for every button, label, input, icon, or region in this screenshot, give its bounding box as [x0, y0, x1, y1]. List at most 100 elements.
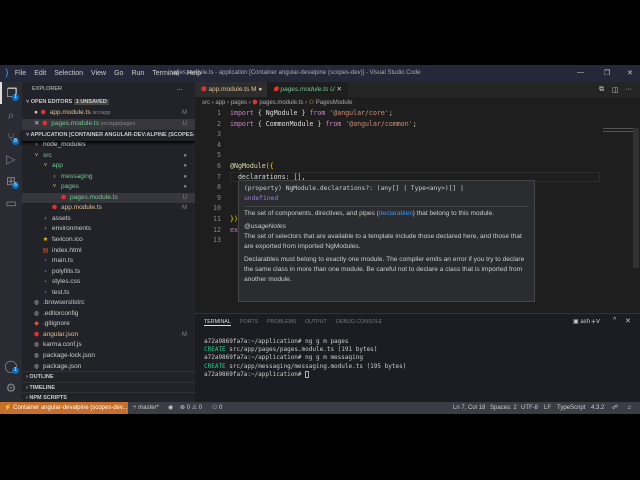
remote-indicator[interactable]: ⚡ Container angular-devalpine (scopes-de… — [0, 402, 128, 414]
menu-selection[interactable]: Selection — [54, 70, 83, 77]
tab-app-module[interactable]: ⬢ app.module.ts M ● — [195, 82, 269, 97]
tree-item[interactable]: ⬢ app.module.ts M — [22, 203, 195, 214]
panel-tab-terminal[interactable]: TERMINAL — [204, 319, 231, 326]
section-timeline[interactable]: › TIMELINE — [22, 381, 195, 392]
code-line[interactable]: 3 — [195, 129, 635, 140]
maximize-panel-button[interactable]: ^ — [613, 317, 616, 324]
minimize-button[interactable]: — — [577, 69, 584, 76]
section-outline[interactable]: › OUTLINE — [22, 371, 195, 382]
language-mode[interactable]: TypeScript — [557, 402, 585, 414]
menu-file[interactable]: File — [15, 70, 26, 77]
tree-item[interactable]: ⬢ pages.module.ts U — [22, 192, 195, 204]
open-editor-item[interactable]: ✕ ⬢ pages.module.ts src/app/pages U — [22, 119, 195, 130]
new-terminal-button[interactable]: +˅ — [591, 317, 600, 326]
panel-tab-debug-console[interactable]: DEBUG CONSOLE — [336, 319, 382, 325]
tree-item[interactable]: › assets — [22, 214, 195, 225]
search-icon[interactable]: ⌕ — [0, 104, 22, 126]
open-changes-icon[interactable]: ⧉ — [599, 86, 604, 94]
close-window-button[interactable]: ✕ — [627, 69, 633, 77]
indentation[interactable]: Spaces: 2 — [490, 402, 517, 414]
explorer-icon[interactable]: ❐ 1 — [0, 82, 22, 104]
feedback-icon[interactable]: ☍ — [612, 402, 618, 414]
tree-item[interactable]: ▪ main.ts — [22, 256, 195, 267]
tree-item[interactable]: ˅ app ● — [22, 161, 195, 172]
tree-item-label: messaging — [61, 172, 93, 180]
remote-explorer-icon[interactable]: ▭ — [0, 192, 22, 214]
restore-button[interactable]: ❐ — [604, 69, 610, 77]
more-actions-button[interactable]: ... — [177, 84, 192, 95]
panel-tab-problems[interactable]: PROBLEMS — [267, 319, 296, 325]
editor-area: ⬢ app.module.ts M ● ⬢ pages.module.ts U … — [195, 82, 640, 313]
tree-item[interactable]: ▪ test.ts — [22, 288, 195, 299]
editor-scrollbar[interactable] — [633, 128, 639, 268]
tree-item-label: app.module.ts — [61, 204, 102, 212]
sync-icon[interactable]: ◉ — [168, 402, 173, 414]
tree-item[interactable]: ◍ karma.conf.js — [22, 340, 195, 351]
tree-item[interactable]: ▪ styles.css — [22, 277, 195, 288]
tree-item[interactable]: › environments — [22, 224, 195, 235]
ports-indicator[interactable]: ⚇ 0 — [212, 402, 222, 414]
menu-edit[interactable]: Edit — [34, 70, 46, 77]
tree-item[interactable]: ▪ polyfills.ts — [22, 267, 195, 278]
open-editor-item[interactable]: ● ⬢ app.module.ts src/app M — [22, 108, 195, 119]
file-name: pages.module.ts — [51, 120, 99, 127]
section-label: NPM SCRIPTS — [29, 395, 67, 401]
problems-indicator[interactable]: ⊗ 0 ⚠ 0 — [180, 402, 202, 414]
close-panel-button[interactable]: ✕ — [625, 317, 631, 325]
branch-indicator[interactable]: ⑂ master* — [133, 402, 159, 414]
terminal-shell-selector[interactable]: ▣ ash — [573, 318, 590, 325]
tree-item[interactable]: ▤ index.html — [22, 246, 195, 257]
tree-item[interactable]: › messaging ● — [22, 172, 195, 183]
panel-tab-ports[interactable]: PORTS — [240, 319, 258, 325]
close-tab-icon[interactable]: ✕ — [337, 86, 342, 93]
extensions-icon[interactable]: ⊞ 6 — [0, 170, 22, 192]
tree-item[interactable]: ◍ package-lock.json — [22, 351, 195, 362]
tree-item[interactable]: ◆ .gitignore — [22, 319, 195, 330]
breadcrumb-item[interactable]: src — [202, 100, 210, 106]
tab-status: M — [251, 86, 257, 93]
tree-item[interactable]: ˅ pages ● — [22, 182, 195, 193]
open-editors-label: OPEN EDITORS — [30, 99, 73, 105]
unsaved-dot-icon[interactable]: ● — [34, 109, 38, 116]
editor-more-icon[interactable]: ··· — [625, 86, 632, 93]
ts-version[interactable]: 4.3.2 — [591, 402, 604, 414]
breadcrumb: src › app › pages › ⬢ pages.module.ts › … — [202, 99, 352, 106]
tree-item-label: polyfills.ts — [52, 267, 81, 275]
notifications-icon[interactable]: ♫ — [627, 402, 632, 414]
unsaved-dot-icon[interactable]: ● — [258, 86, 262, 93]
tree-item[interactable]: ◍ .browserslistrc — [22, 298, 195, 309]
explorer-sidebar: EXPLORER ... ˅ OPEN EDITORS 1 UNSAVED ● … — [22, 82, 203, 403]
workspace-header[interactable]: ˅ APPLICATION [CONTAINER ANGULAR-DEV:ALP… — [22, 130, 203, 141]
tree-item[interactable]: ˅ src ● — [22, 151, 195, 162]
settings-gear-icon[interactable]: ⚙ — [0, 377, 22, 399]
code-line[interactable]: 4 — [195, 140, 635, 151]
run-debug-icon[interactable]: ▷ — [0, 148, 22, 170]
split-editor-icon[interactable]: ◫ — [612, 86, 619, 94]
close-icon[interactable]: ✕ — [34, 120, 39, 127]
file-path: src/app — [92, 110, 111, 116]
tree-item[interactable]: › node_modules — [22, 140, 195, 151]
code-line[interactable]: 6 @NgModule({ — [195, 161, 635, 172]
breadcrumb-item[interactable]: app — [215, 100, 225, 106]
declarables-link[interactable]: declarables — [379, 210, 413, 217]
code-line[interactable]: 5 — [195, 150, 635, 161]
git-status: U — [182, 121, 187, 127]
eol[interactable]: LF — [544, 402, 551, 414]
code-line[interactable]: 1 import { NgModule } from '@angular/core… — [195, 108, 635, 119]
tab-pages-module[interactable]: ⬢ pages.module.ts U ✕ — [267, 82, 348, 97]
panel-tab-output[interactable]: OUTPUT — [305, 319, 327, 325]
tree-item[interactable]: ★ favicon.ico — [22, 235, 195, 246]
tree-item[interactable]: ⬢ angular.json M — [22, 330, 195, 341]
code-line[interactable]: 2 import { CommonModule } from '@angular/… — [195, 119, 635, 130]
open-editors-header[interactable]: ˅ OPEN EDITORS 1 UNSAVED — [22, 97, 195, 108]
accounts-icon[interactable]: ◯ 1 — [0, 355, 22, 377]
breadcrumb-item[interactable]: pages.module.ts — [259, 100, 303, 106]
keyword: ex — [230, 225, 238, 234]
breadcrumb-item[interactable]: pages — [231, 100, 247, 106]
breadcrumb-item[interactable]: PagesModule — [316, 100, 353, 106]
section-npm-scripts[interactable]: › NPM SCRIPTS — [22, 392, 195, 403]
source-control-icon[interactable]: ⑂ 8 — [0, 126, 22, 148]
cursor-position[interactable]: Ln 7, Col 18 — [453, 402, 485, 414]
tree-item[interactable]: ◍ .editorconfig — [22, 309, 195, 320]
encoding[interactable]: UTF-8 — [521, 402, 538, 414]
